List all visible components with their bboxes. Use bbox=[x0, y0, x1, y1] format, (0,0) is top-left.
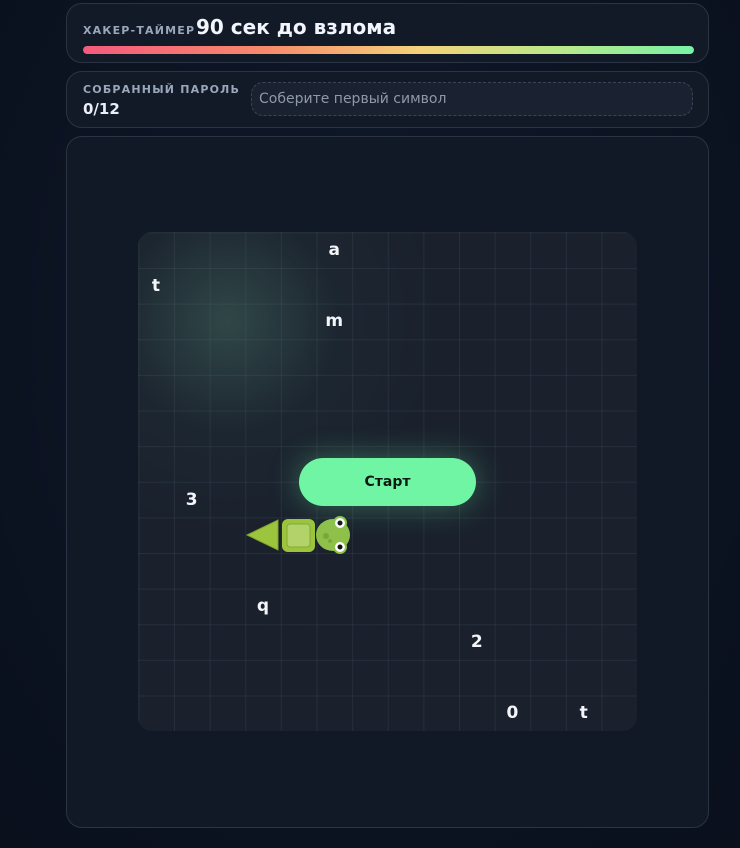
collected-password-panel: СОБРАННЫЙ ПАРОЛЬ 0/12 bbox=[66, 71, 709, 128]
board-letter: q bbox=[256, 596, 269, 617]
board-letter: 0 bbox=[506, 703, 519, 724]
board-letter: t bbox=[151, 275, 161, 296]
board-letter: m bbox=[325, 311, 344, 332]
board-letter: 2 bbox=[470, 632, 483, 653]
snake bbox=[245, 516, 350, 554]
password-field[interactable] bbox=[251, 82, 693, 116]
board-letter: t bbox=[579, 703, 588, 724]
snake-tail-icon bbox=[245, 519, 279, 551]
board-letter: 3 bbox=[185, 489, 198, 510]
game-page: ХАКЕР-ТАЙМЕР 90 сек до взлома СОБРАННЫЙ … bbox=[0, 0, 740, 848]
timer-value: 90 сек до взлома bbox=[196, 15, 397, 39]
password-label: СОБРАННЫЙ ПАРОЛЬ bbox=[83, 83, 241, 96]
hacker-timer-panel: ХАКЕР-ТАЙМЕР 90 сек до взлома bbox=[66, 3, 709, 63]
snake-body-segment-icon bbox=[282, 519, 315, 552]
board-letter: a bbox=[328, 240, 340, 260]
timer-label: ХАКЕР-ТАЙМЕР bbox=[83, 24, 196, 37]
timer-progress-fill bbox=[83, 46, 694, 54]
frog-head-icon bbox=[316, 516, 350, 554]
start-button[interactable]: Старт bbox=[299, 458, 476, 506]
timer-progress-track bbox=[83, 46, 694, 54]
password-count: 0/12 bbox=[83, 100, 120, 118]
